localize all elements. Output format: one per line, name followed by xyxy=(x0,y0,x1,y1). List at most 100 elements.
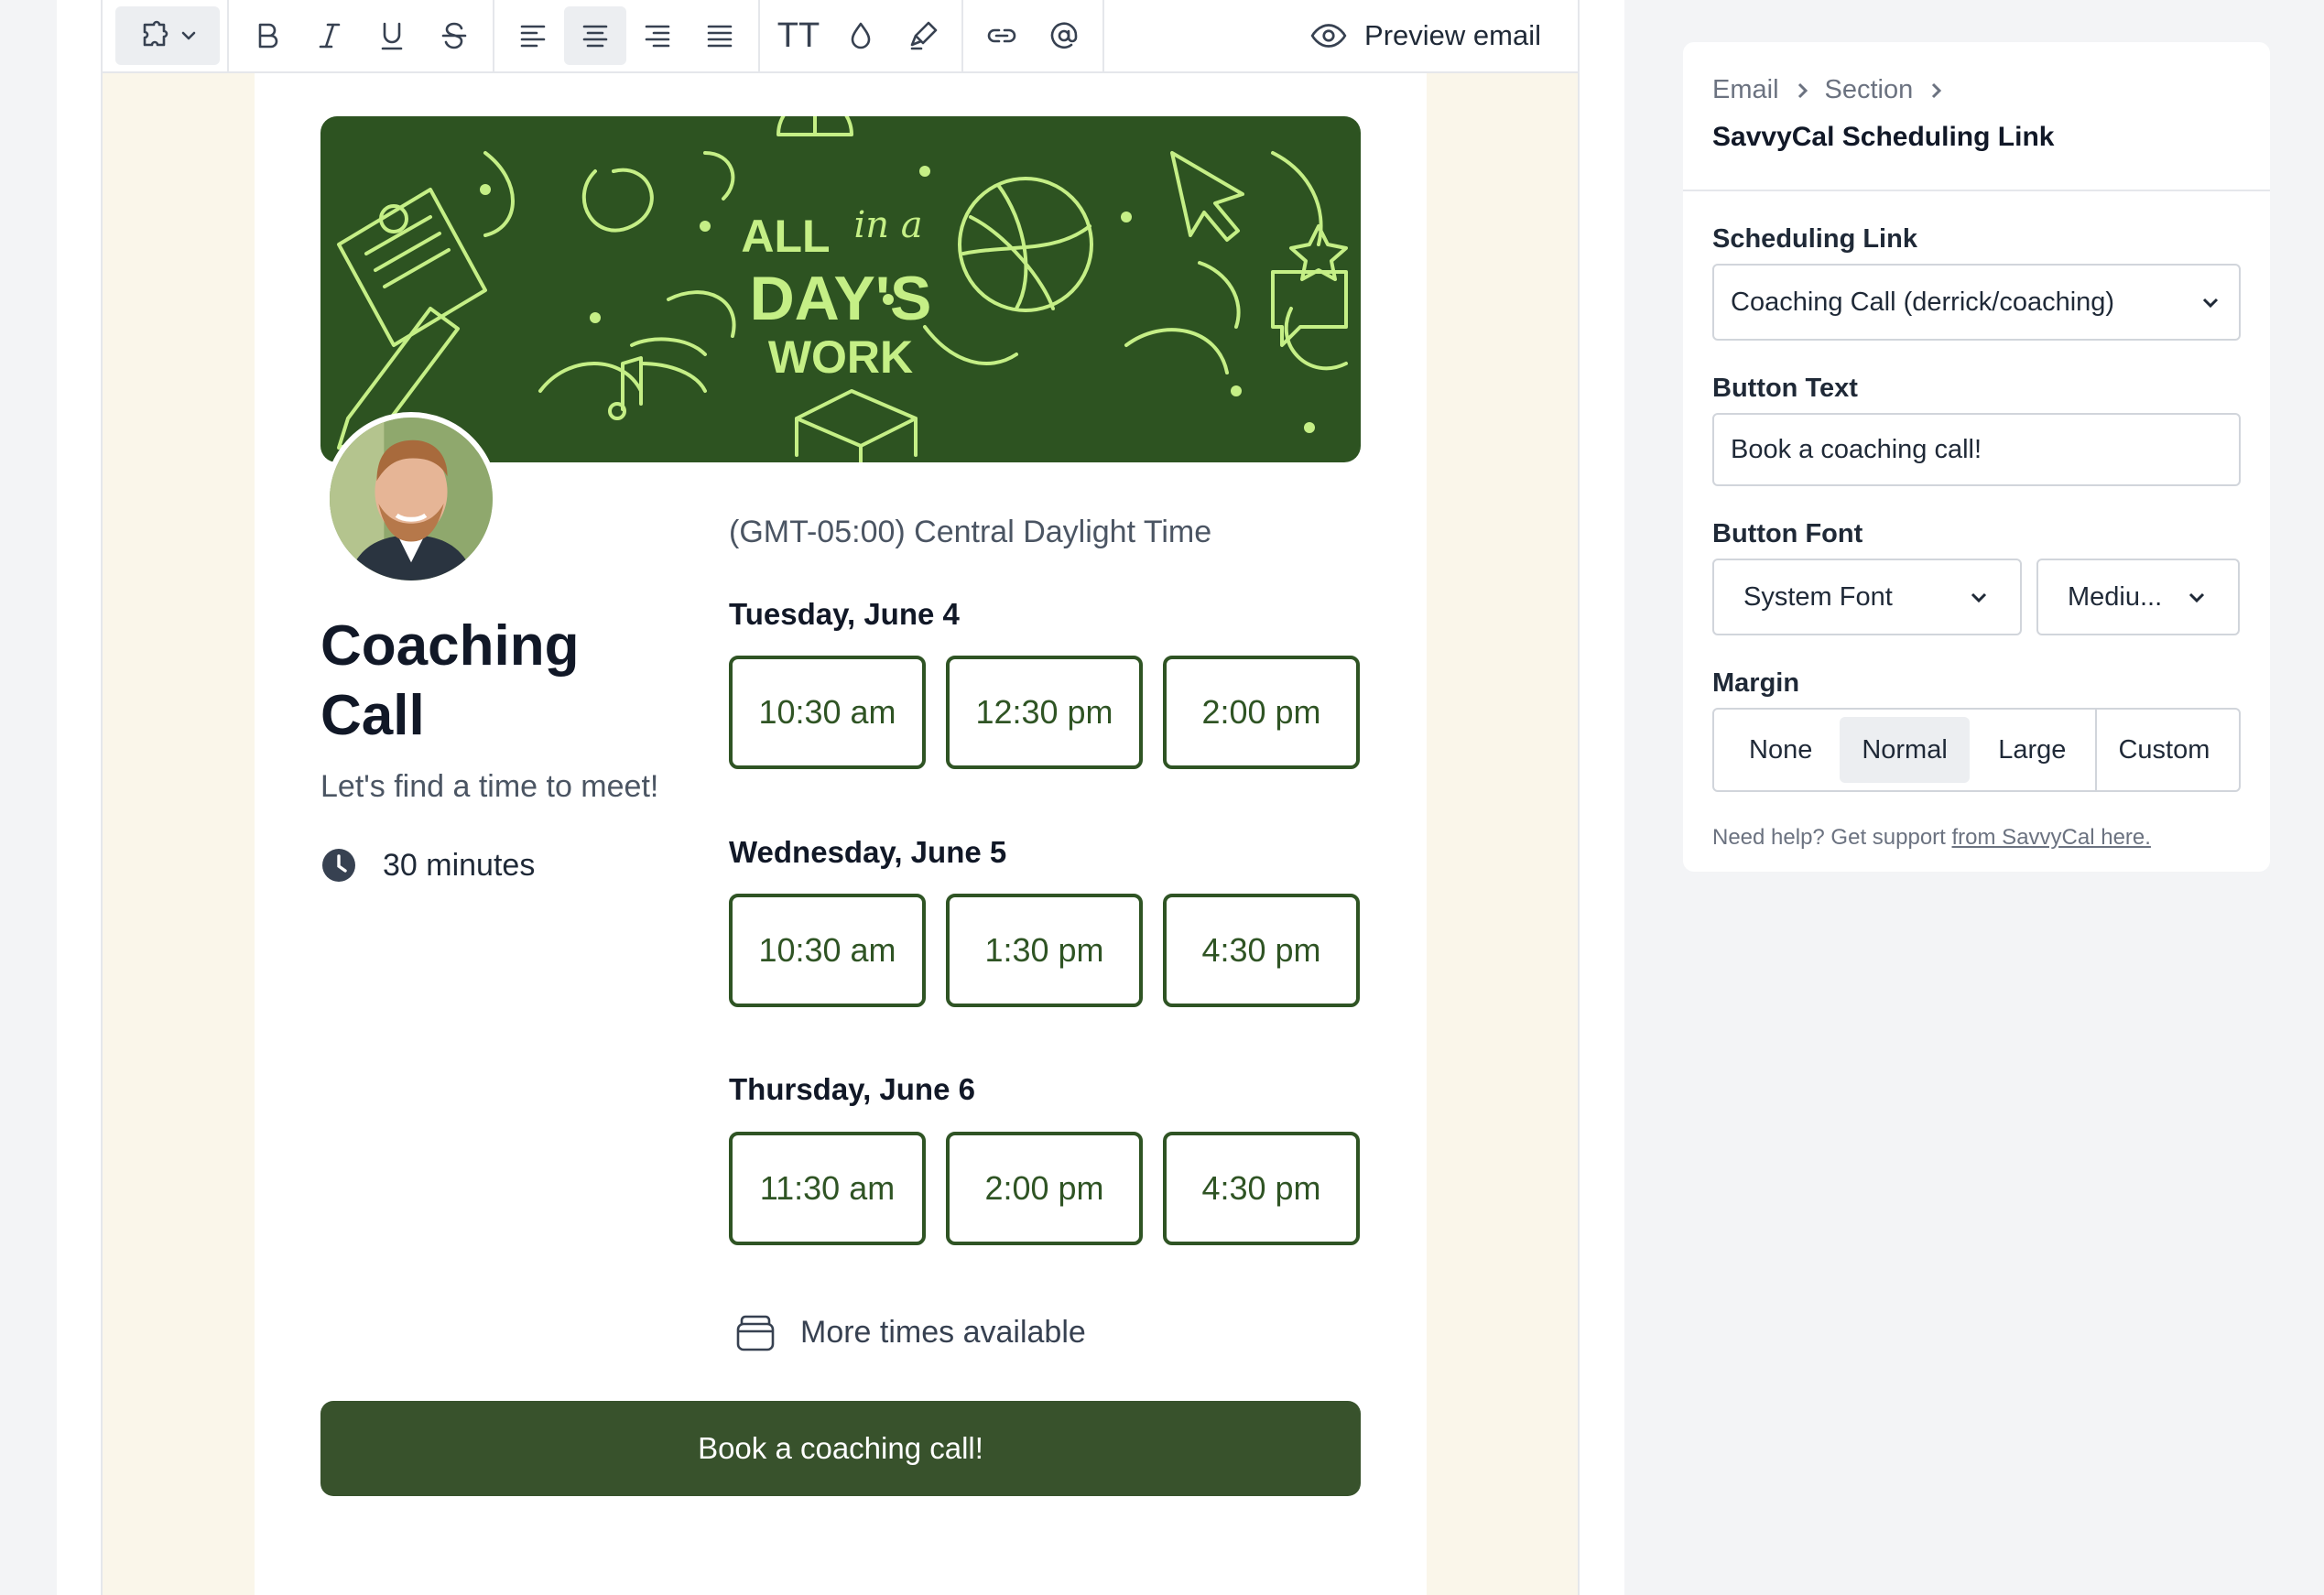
chevron-down-icon xyxy=(2202,298,2219,309)
time-slot-button[interactable]: 2:00 pm xyxy=(1163,656,1360,769)
calendar-stack-icon xyxy=(736,1315,775,1351)
link-button[interactable] xyxy=(971,6,1033,65)
button-text-value: Book a coaching call! xyxy=(1731,434,1982,464)
day-heading: Wednesday, June 5 xyxy=(729,835,1007,869)
at-sign-icon xyxy=(1050,22,1078,49)
day-heading: Thursday, June 6 xyxy=(729,1072,975,1106)
align-left-icon xyxy=(520,25,546,48)
support-link[interactable]: from SavvyCal here. xyxy=(1952,825,2151,850)
chevron-down-icon xyxy=(181,31,196,40)
margin-segmented-control: None Normal Large Custom xyxy=(1712,708,2241,792)
event-title: Coaching Call xyxy=(320,614,580,747)
align-justify-button[interactable] xyxy=(689,6,751,65)
bold-button[interactable] xyxy=(236,6,299,65)
block-type-button[interactable] xyxy=(115,6,220,65)
panel-body: Scheduling Link Coaching Call (derrick/c… xyxy=(1683,191,2270,851)
breadcrumb-email[interactable]: Email xyxy=(1712,75,1779,105)
align-center-icon xyxy=(582,25,608,48)
banner-illustration: ALL in a DAY'S WORK xyxy=(337,116,1348,462)
slot-row: 11:30 am 2:00 pm 4:30 pm xyxy=(729,1132,1360,1245)
button-font-label: Button Font xyxy=(1712,519,1863,548)
panel-title: SavvyCal Scheduling Link xyxy=(1712,122,2055,152)
insert-group xyxy=(963,0,1104,72)
time-slot-button[interactable]: 10:30 am xyxy=(729,894,926,1007)
slot-row: 10:30 am 1:30 pm 4:30 pm xyxy=(729,894,1360,1007)
duration-label: 30 minutes xyxy=(383,847,536,883)
link-icon xyxy=(987,28,1016,43)
margin-label: Margin xyxy=(1712,668,1800,698)
scheduling-link-select[interactable]: Coaching Call (derrick/coaching) xyxy=(1712,264,2241,341)
time-slot-button[interactable]: 2:00 pm xyxy=(946,1132,1143,1245)
puzzle-icon xyxy=(143,20,168,47)
align-right-icon xyxy=(645,25,670,48)
block-group xyxy=(108,0,229,72)
preview-email-button[interactable]: Preview email xyxy=(1309,16,1541,55)
time-slot-button[interactable]: 10:30 am xyxy=(729,656,926,769)
align-right-button[interactable] xyxy=(626,6,689,65)
align-left-button[interactable] xyxy=(502,6,564,65)
breadcrumb-section[interactable]: Section xyxy=(1825,75,1914,105)
more-times-label: More times available xyxy=(800,1314,1086,1350)
font-row: System Font Mediu... xyxy=(1712,559,2241,635)
settings-panel: Email Section SavvyCal Scheduling Link S… xyxy=(1683,42,2270,872)
help-prefix: Need help? Get support xyxy=(1712,825,1952,850)
slot-row: 10:30 am 12:30 pm 2:00 pm xyxy=(729,656,1360,769)
margin-option-large[interactable]: Large xyxy=(1970,717,2095,783)
align-center-button[interactable] xyxy=(564,6,626,65)
banner-text-all: ALL xyxy=(741,211,830,262)
host-avatar xyxy=(324,412,498,586)
button-font-value: System Font xyxy=(1743,581,1893,612)
underline-button[interactable] xyxy=(361,6,423,65)
mention-button[interactable] xyxy=(1033,6,1095,65)
scheduling-link-label: Scheduling Link xyxy=(1712,224,1917,254)
banner-text-work: WORK xyxy=(768,331,913,383)
button-weight-value: Mediu... xyxy=(2068,581,2163,612)
chevron-down-icon xyxy=(2188,592,2205,603)
margin-option-none[interactable]: None xyxy=(1721,717,1840,783)
text-color-button[interactable] xyxy=(830,6,892,65)
event-subtitle: Let's find a time to meet! xyxy=(320,769,659,804)
host-photo xyxy=(330,418,493,580)
margin-option-custom[interactable]: Custom xyxy=(2097,717,2232,783)
time-slot-button[interactable]: 4:30 pm xyxy=(1163,894,1360,1007)
bold-icon xyxy=(258,23,278,49)
italic-icon xyxy=(319,23,341,49)
button-font-select[interactable]: System Font xyxy=(1712,559,2022,635)
strikethrough-icon xyxy=(441,22,467,49)
droplet-icon xyxy=(851,22,871,49)
style-group: TT xyxy=(760,0,963,72)
align-justify-icon xyxy=(707,25,733,48)
eye-icon xyxy=(1310,24,1347,48)
chevron-right-icon xyxy=(1932,82,1942,98)
alignment-group xyxy=(494,0,760,72)
help-text: Need help? Get support from SavvyCal her… xyxy=(1712,825,2241,851)
time-slot-button[interactable]: 4:30 pm xyxy=(1163,1132,1360,1245)
time-slot-button[interactable]: 1:30 pm xyxy=(946,894,1143,1007)
banner-image: ALL in a DAY'S WORK xyxy=(320,116,1361,462)
highlight-button[interactable] xyxy=(892,6,954,65)
font-size-button[interactable]: TT xyxy=(767,6,830,65)
margin-option-normal[interactable]: Normal xyxy=(1840,717,1970,783)
formatting-toolbar: TT Preview email xyxy=(101,0,1580,73)
event-duration: 30 minutes xyxy=(320,847,535,884)
book-call-button[interactable]: Book a coaching call! xyxy=(320,1401,1361,1496)
banner-text-in-a: in a xyxy=(853,204,922,246)
preview-email-label: Preview email xyxy=(1364,19,1541,51)
time-slot-button[interactable]: 11:30 am xyxy=(729,1132,926,1245)
chevron-down-icon xyxy=(1971,592,1987,603)
email-body: ALL in a DAY'S WORK Coaching Call Let's … xyxy=(255,73,1427,1595)
banner-text-days: DAY'S xyxy=(750,264,932,333)
time-slot-button[interactable]: 12:30 pm xyxy=(946,656,1143,769)
more-times-link[interactable]: More times available xyxy=(733,1309,1086,1355)
button-text-input[interactable]: Book a coaching call! xyxy=(1712,413,2241,486)
highlighter-icon xyxy=(910,21,938,50)
italic-button[interactable] xyxy=(299,6,361,65)
strikethrough-button[interactable] xyxy=(423,6,485,65)
button-text-label: Button Text xyxy=(1712,374,1858,403)
underline-icon xyxy=(381,22,403,50)
breadcrumb: Email Section xyxy=(1712,75,2241,105)
chevron-right-icon xyxy=(1797,82,1808,98)
panel-header: Email Section SavvyCal Scheduling Link xyxy=(1683,42,2270,191)
button-weight-select[interactable]: Mediu... xyxy=(2036,559,2240,635)
font-size-icon: TT xyxy=(776,16,820,55)
